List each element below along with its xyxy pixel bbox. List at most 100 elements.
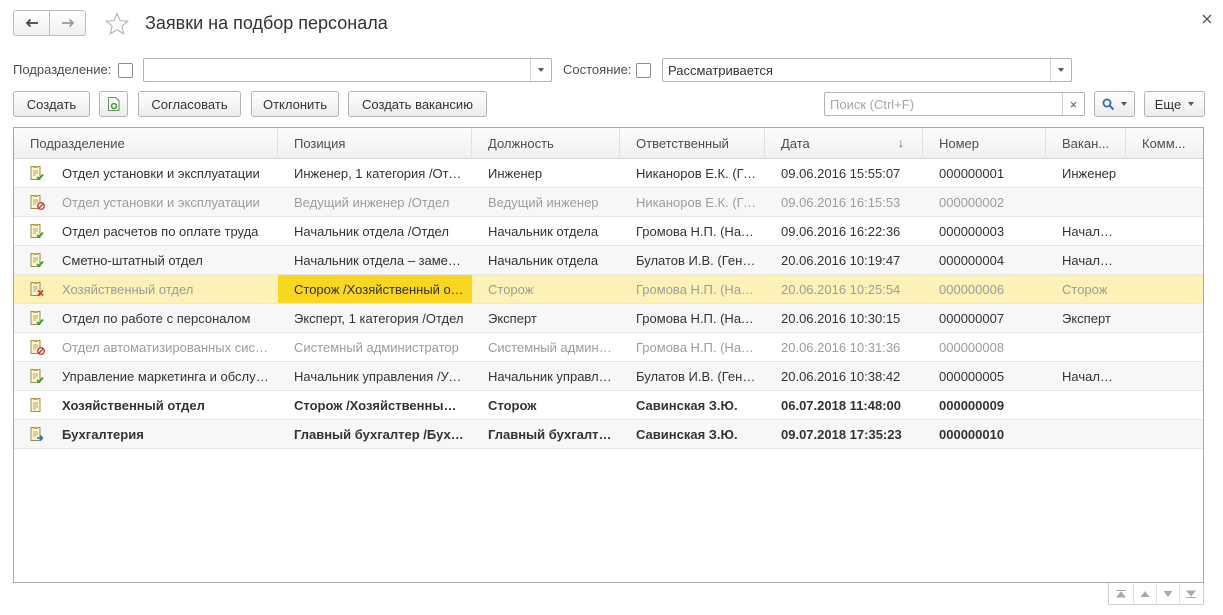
cell-job-title[interactable]: Главный бухгалтер <box>472 420 620 448</box>
cell-position[interactable]: Главный бухгалтер /Бухгалтерия <box>278 420 472 448</box>
cell-vacancy[interactable]: Начальник <box>1046 362 1126 390</box>
close-icon[interactable] <box>1200 12 1214 26</box>
column-header-vacancy[interactable]: Вакан... <box>1046 128 1126 159</box>
state-dropdown-button[interactable] <box>1050 59 1071 81</box>
cell-date[interactable]: 20.06.2016 10:38:42 <box>765 362 923 390</box>
department-dropdown-button[interactable] <box>530 59 551 81</box>
cell-job-title[interactable]: Сторож <box>472 275 620 303</box>
cell-department[interactable]: Отдел по работе с персоналом <box>14 304 278 332</box>
cell-comment[interactable] <box>1126 246 1203 274</box>
cell-job-title[interactable]: Начальник отдела <box>472 246 620 274</box>
cell-number[interactable]: 000000001 <box>923 159 1046 187</box>
department-filter-field[interactable] <box>143 58 552 82</box>
search-input[interactable]: Поиск (Ctrl+F) <box>825 97 1062 112</box>
cell-comment[interactable] <box>1126 420 1203 448</box>
cell-job-title[interactable]: Инженер <box>472 159 620 187</box>
cell-date[interactable]: 20.06.2016 10:31:36 <box>765 333 923 361</box>
cell-date[interactable]: 20.06.2016 10:25:54 <box>765 275 923 303</box>
cell-position[interactable]: Начальник управления /Управление <box>278 362 472 390</box>
cell-position[interactable]: Сторож /Хозяйственный отдел <box>278 275 472 303</box>
cell-number[interactable]: 000000008 <box>923 333 1046 361</box>
clear-search-button[interactable]: × <box>1062 93 1084 115</box>
column-header-responsible[interactable]: Ответственный <box>620 128 765 159</box>
forward-button[interactable] <box>49 11 85 35</box>
cell-number[interactable]: 000000006 <box>923 275 1046 303</box>
cell-responsible[interactable]: Громова Н.П. (Начальник) <box>620 333 765 361</box>
cell-department[interactable]: Отдел установки и эксплуатации <box>14 159 278 187</box>
cell-responsible[interactable]: Громова Н.П. (Начальник) <box>620 304 765 332</box>
cell-responsible[interactable]: Никаноров Е.К. (Главный) <box>620 159 765 187</box>
cell-date[interactable]: 09.07.2018 17:35:23 <box>765 420 923 448</box>
column-header-number[interactable]: Номер <box>923 128 1046 159</box>
cell-comment[interactable] <box>1126 217 1203 245</box>
cell-department[interactable]: Управление маркетинга и обслуживания <box>14 362 278 390</box>
cell-number[interactable]: 000000005 <box>923 362 1046 390</box>
cell-position[interactable]: Начальник отдела /Отдел <box>278 217 472 245</box>
column-header-comment[interactable]: Комм... <box>1126 128 1203 159</box>
cell-vacancy[interactable]: Начальник <box>1046 246 1126 274</box>
cell-department[interactable]: Хозяйственный отдел <box>14 391 278 419</box>
cell-job-title[interactable]: Начальник управления <box>472 362 620 390</box>
cell-vacancy[interactable]: Начальник <box>1046 217 1126 245</box>
table-row[interactable]: Управление маркетинга и обслуживания Нача… <box>14 362 1203 391</box>
cell-position[interactable]: Эксперт, 1 категория /Отдел <box>278 304 472 332</box>
table-row[interactable]: Хозяйственный отдел Сторож /Хозяйственный… <box>14 391 1203 420</box>
cell-responsible[interactable]: Никаноров Е.К. (Главный) <box>620 188 765 216</box>
cell-comment[interactable] <box>1126 275 1203 303</box>
table-row[interactable]: Хозяйственный отдел Сторож /Хозяйственный… <box>14 275 1203 304</box>
state-filter-checkbox[interactable] <box>636 63 651 78</box>
requests-table[interactable]: Подразделение Позиция Должность Ответств… <box>13 127 1204 583</box>
cell-date[interactable]: 09.06.2016 15:55:07 <box>765 159 923 187</box>
table-row[interactable]: Бухгалтерия Главный бухгалтер /Бухгалтери… <box>14 420 1203 449</box>
cell-department[interactable]: Отдел расчетов по оплате труда <box>14 217 278 245</box>
cell-position[interactable]: Ведущий инженер /Отдел <box>278 188 472 216</box>
cell-number[interactable]: 000000009 <box>923 391 1046 419</box>
cell-number[interactable]: 000000003 <box>923 217 1046 245</box>
cell-job-title[interactable]: Системный администратор <box>472 333 620 361</box>
cell-number[interactable]: 000000007 <box>923 304 1046 332</box>
cell-date[interactable]: 09.06.2016 16:22:36 <box>765 217 923 245</box>
cell-responsible[interactable]: Булатов И.В. (Генеральный) <box>620 246 765 274</box>
scroll-to-bottom-button[interactable] <box>1179 584 1201 604</box>
state-filter-field[interactable]: Рассматривается <box>662 58 1072 82</box>
cell-number[interactable]: 000000002 <box>923 188 1046 216</box>
column-header-department[interactable]: Подразделение <box>14 128 278 159</box>
cell-responsible[interactable]: Громова Н.П. (Начальник) <box>620 275 765 303</box>
table-row[interactable]: Сметно-штатный отдел Начальник отдела – з… <box>14 246 1203 275</box>
cell-comment[interactable] <box>1126 159 1203 187</box>
cell-vacancy[interactable] <box>1046 188 1126 216</box>
cell-date[interactable]: 20.06.2016 10:19:47 <box>765 246 923 274</box>
cell-position[interactable]: Системный администратор <box>278 333 472 361</box>
cell-responsible[interactable]: Савинская З.Ю. <box>620 391 765 419</box>
cell-responsible[interactable]: Булатов И.В. (Генеральный) <box>620 362 765 390</box>
cell-position[interactable]: Начальник отдела – заместитель <box>278 246 472 274</box>
search-options-button[interactable] <box>1094 91 1135 117</box>
cell-number[interactable]: 000000010 <box>923 420 1046 448</box>
table-row[interactable]: Отдел расчетов по оплате труда Начальник … <box>14 217 1203 246</box>
cell-position[interactable]: Сторож /Хозяйственный отдел <box>278 391 472 419</box>
table-row[interactable]: Отдел по работе с персоналом Эксперт, 1 к… <box>14 304 1203 333</box>
cell-job-title[interactable]: Ведущий инженер <box>472 188 620 216</box>
table-row[interactable]: Отдел установки и эксплуатации Инженер, 1… <box>14 159 1203 188</box>
cell-comment[interactable] <box>1126 304 1203 332</box>
reject-button[interactable]: Отклонить <box>251 91 339 117</box>
cell-comment[interactable] <box>1126 362 1203 390</box>
page-down-button[interactable] <box>1156 584 1178 604</box>
cell-vacancy[interactable] <box>1046 333 1126 361</box>
cell-number[interactable]: 000000004 <box>923 246 1046 274</box>
column-header-date[interactable]: Дата ↓ <box>765 128 923 159</box>
column-header-job-title[interactable]: Должность <box>472 128 620 159</box>
cell-department[interactable]: Отдел автоматизированных систем <box>14 333 278 361</box>
create-button[interactable]: Создать <box>13 91 90 117</box>
cell-job-title[interactable]: Начальник отдела <box>472 217 620 245</box>
cell-vacancy[interactable]: Инженер <box>1046 159 1126 187</box>
favorite-star-icon[interactable] <box>104 11 130 37</box>
cell-position[interactable]: Инженер, 1 категория /Отдел <box>278 159 472 187</box>
search-field[interactable]: Поиск (Ctrl+F) × <box>824 92 1085 116</box>
column-header-position[interactable]: Позиция <box>278 128 472 159</box>
cell-comment[interactable] <box>1126 391 1203 419</box>
cell-date[interactable]: 06.07.2018 11:48:00 <box>765 391 923 419</box>
cell-job-title[interactable]: Сторож <box>472 391 620 419</box>
scroll-to-top-button[interactable] <box>1110 584 1132 604</box>
cell-comment[interactable] <box>1126 188 1203 216</box>
